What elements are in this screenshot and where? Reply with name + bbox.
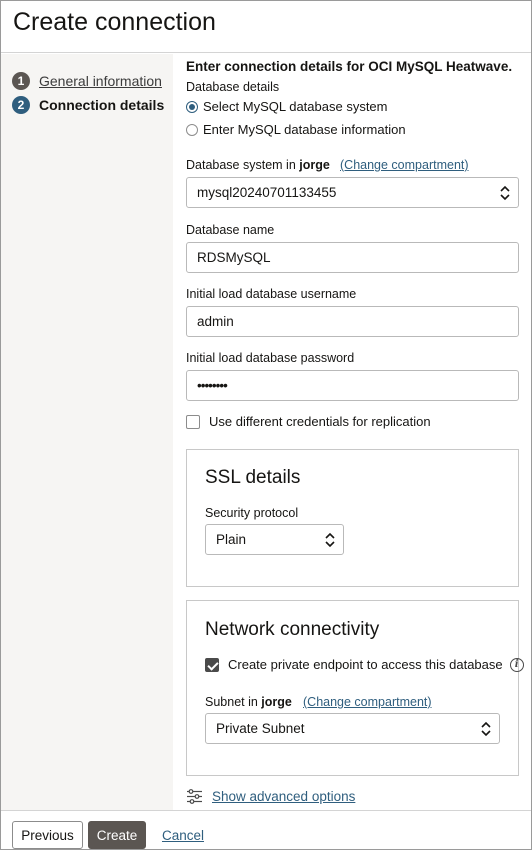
step-label-general-information[interactable]: General information [39,73,162,89]
different-credentials-checkbox-row[interactable]: Use different credentials for replicatio… [186,414,431,429]
username-input[interactable]: admin [186,306,519,337]
radio-button-selected[interactable] [186,100,198,113]
network-connectivity-title: Network connectivity [205,619,380,640]
db-system-value: mysql20240701133455 [197,185,337,200]
sliders-icon [187,789,202,804]
info-icon[interactable]: i [509,657,524,672]
ssl-details-panel: SSL details Security protocol Plain [186,449,519,587]
db-system-compartment: jorge [299,158,330,172]
chevron-updown-icon [500,185,510,201]
network-connectivity-panel: Network connectivity Create private endp… [186,600,524,776]
chevron-updown-icon [481,721,491,737]
step-connection-details: 2 Connection details [12,96,164,114]
private-endpoint-checkbox-row[interactable]: Create private endpoint to access this d… [205,657,524,672]
password-label: Initial load database password [186,351,355,365]
database-details-label: Database details [186,80,280,94]
subnet-compartment: jorge [261,695,292,709]
chevron-updown-icon [325,532,335,548]
password-input[interactable]: •••••••• [186,370,519,401]
step-label-connection-details: Connection details [39,97,165,113]
advanced-options-row[interactable]: Show advanced options [186,788,355,805]
password-value: •••••••• [197,378,228,393]
security-protocol-value: Plain [216,532,247,547]
private-endpoint-label: Create private endpoint to access this d… [228,657,503,672]
db-name-input[interactable]: RDSMySQL [186,242,519,273]
username-value: admin [197,314,234,329]
cancel-link[interactable]: Cancel [156,821,210,849]
radio-button-unselected[interactable] [186,123,198,136]
page-title: Create connection [13,8,216,36]
panel-header: Create connection [1,1,531,53]
previous-button[interactable]: Previous [12,821,83,849]
security-protocol-label: Security protocol [205,506,299,520]
private-endpoint-checkbox[interactable] [205,657,219,672]
radio-label-select-mysql: Select MySQL database system [203,99,388,114]
db-system-label-prefix: Database system in [186,158,300,172]
step-number-2: 2 [12,96,30,114]
username-label: Initial load database username [186,287,357,301]
show-advanced-options-link[interactable]: Show advanced options [212,789,355,804]
radio-label-enter-mysql: Enter MySQL database information [203,122,406,137]
db-name-value: RDSMySQL [197,250,271,265]
ssl-details-title: SSL details [205,467,301,488]
db-system-label: Database system in jorge [186,158,330,172]
change-compartment-link[interactable]: (Change compartment) [340,158,469,172]
step-general-information[interactable]: 1 General information [12,72,162,90]
different-credentials-label: Use different credentials for replicatio… [209,414,431,429]
subnet-label: Subnet in jorge [205,695,292,709]
footer-bar: Previous Create Cancel [1,810,531,849]
db-name-label: Database name [186,223,275,237]
subnet-select[interactable]: Private Subnet [205,713,500,744]
subnet-change-compartment-link[interactable]: (Change compartment) [303,695,432,709]
subnet-value: Private Subnet [216,721,305,736]
radio-enter-mysql-info[interactable]: Enter MySQL database information [186,122,406,137]
steps-sidebar [1,54,173,810]
subnet-label-prefix: Subnet in [205,695,262,709]
security-protocol-select[interactable]: Plain [205,524,344,555]
section-title: Enter connection details for OCI MySQL H… [186,59,513,74]
radio-select-mysql-system[interactable]: Select MySQL database system [186,99,388,114]
different-credentials-checkbox[interactable] [186,414,200,429]
db-system-select[interactable]: mysql20240701133455 [186,177,519,208]
create-button[interactable]: Create [88,821,146,849]
step-number-1: 1 [12,72,30,90]
